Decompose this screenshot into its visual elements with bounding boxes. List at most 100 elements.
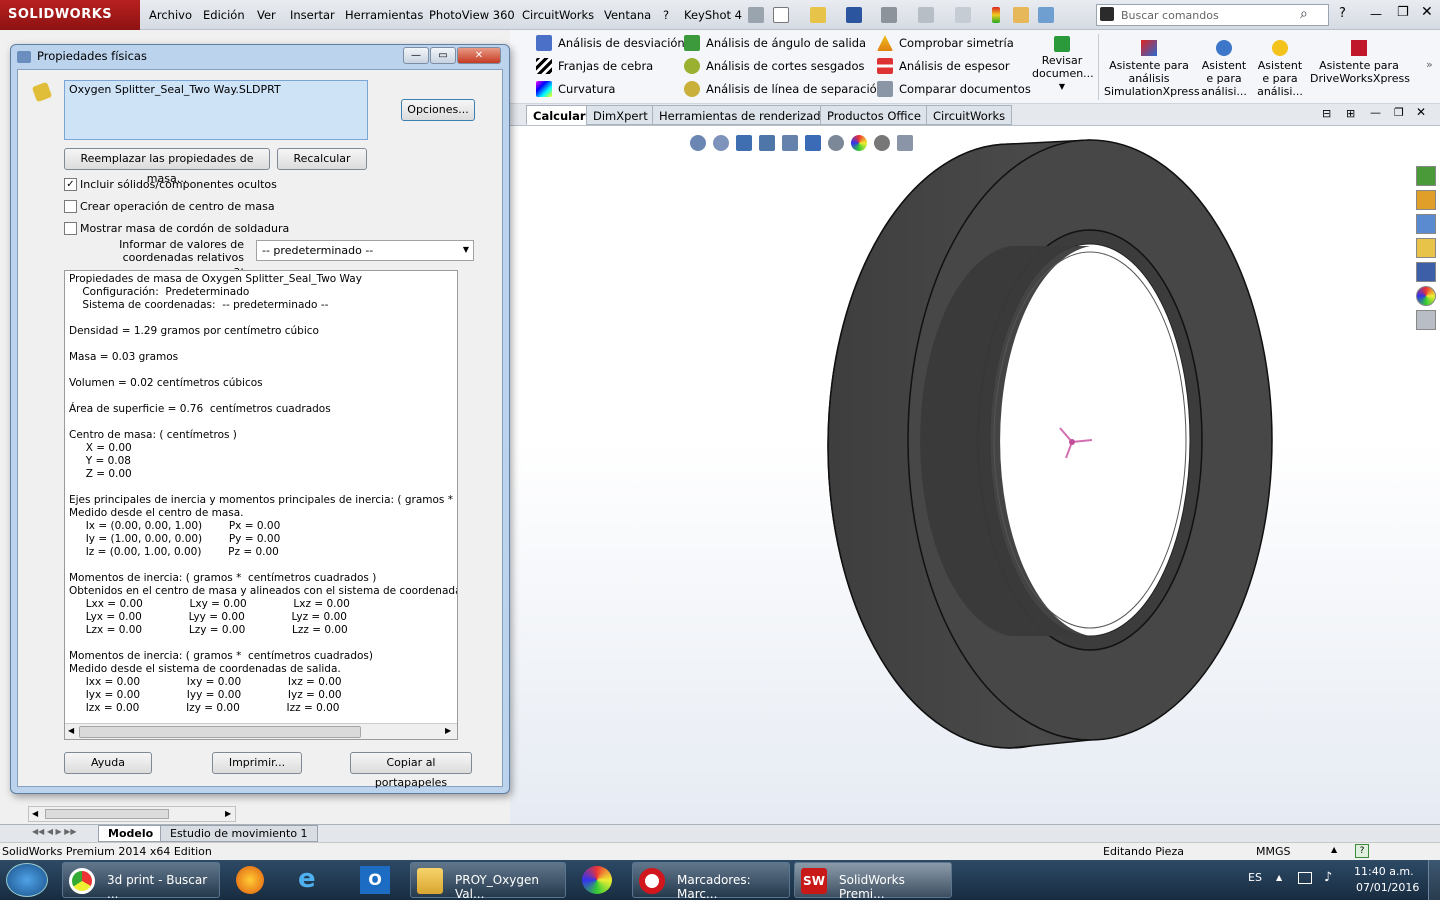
firefox-icon[interactable] — [236, 866, 264, 894]
cmd-symmetry-check[interactable]: Comprobar simetría — [877, 33, 1031, 53]
scroll-right-icon[interactable]: ▶ — [225, 809, 231, 818]
show-weld-mass-checkbox[interactable] — [64, 222, 77, 235]
clock-date[interactable]: 07/01/2016 — [1356, 881, 1419, 894]
pin-icon[interactable] — [748, 7, 764, 23]
start-button[interactable] — [6, 863, 48, 897]
tray-expand-icon[interactable]: ▲ — [1276, 873, 1282, 882]
options-icon[interactable] — [1038, 7, 1054, 23]
print-button[interactable]: Imprimir... — [212, 752, 302, 774]
zoom-to-fit-icon[interactable] — [690, 135, 706, 151]
network-icon[interactable] — [1298, 872, 1312, 884]
search-input[interactable]: Buscar comandos — [1096, 4, 1329, 26]
appearances-icon[interactable] — [1416, 286, 1436, 306]
custom-properties-icon[interactable] — [1416, 310, 1436, 330]
menu-ver[interactable]: Ver — [257, 8, 276, 22]
dialog-maximize-button[interactable]: ▭ — [430, 47, 456, 64]
menu-insertar[interactable]: Insertar — [290, 8, 335, 22]
status-units[interactable]: MMGS — [1256, 845, 1291, 858]
menu-herramientas[interactable]: Herramientas — [345, 8, 423, 22]
print-icon[interactable] — [881, 7, 897, 23]
cmd-parting-line-analysis[interactable]: Análisis de línea de separación — [684, 79, 884, 99]
cmd-draft-analysis[interactable]: Análisis de ángulo de salida — [684, 33, 884, 53]
graphics-area[interactable] — [510, 126, 1440, 824]
outlook-icon[interactable]: O — [360, 866, 390, 894]
resources-icon[interactable] — [1416, 166, 1436, 186]
cmd-asistente-2[interactable]: Asistent e para análisi... — [1254, 40, 1306, 98]
language-indicator[interactable]: ES — [1248, 871, 1262, 884]
cmd-zebra-stripes[interactable]: Franjas de cebra — [536, 56, 685, 76]
select-icon[interactable] — [955, 7, 971, 23]
file-properties-icon[interactable] — [1013, 7, 1029, 23]
undo-icon[interactable] — [918, 7, 934, 23]
cmd-compare-documents[interactable]: Comparar documentos — [877, 79, 1031, 99]
paint-icon[interactable] — [582, 866, 612, 894]
home-icon[interactable] — [1416, 190, 1436, 210]
section-view-icon[interactable] — [759, 135, 775, 151]
zoom-to-area-icon[interactable] — [713, 135, 729, 151]
recalculate-button[interactable]: Recalcular — [277, 148, 367, 170]
tab-render-tools[interactable]: Herramientas de renderizado — [652, 105, 835, 125]
create-center-of-mass-checkbox[interactable] — [64, 200, 77, 213]
menu-photoview[interactable]: PhotoView 360 — [429, 8, 515, 22]
help-icon[interactable]: ? — [1339, 6, 1346, 21]
show-desktop-button[interactable] — [1428, 860, 1440, 900]
cmd-thickness-analysis[interactable]: Análisis de espesor — [877, 56, 1031, 76]
open-folder-icon[interactable] — [810, 7, 826, 23]
tile-view-icon[interactable]: ⊟ — [1322, 107, 1331, 120]
copy-to-clipboard-button[interactable]: Copiar al portapapeles — [350, 752, 472, 789]
scrollbar-thumb[interactable] — [45, 809, 169, 819]
dialog-minimize-button[interactable]: — — [403, 47, 429, 64]
internet-explorer-icon[interactable]: e — [298, 866, 328, 894]
help-button[interactable]: Ayuda — [64, 752, 152, 774]
menu-edicion[interactable]: Edición — [203, 8, 245, 22]
replace-mass-properties-button[interactable]: Reemplazar las propiedades de masa... — [64, 148, 270, 185]
cmd-deviation-analysis[interactable]: Análisis de desviación — [536, 33, 685, 53]
tab-calcular[interactable]: Calcular — [526, 105, 593, 125]
new-document-icon[interactable] — [773, 7, 789, 23]
scrollbar-thumb[interactable] — [79, 726, 361, 738]
selected-components-list[interactable]: Oxygen Splitter_Seal_Two Way.SLDPRT — [64, 80, 368, 140]
scroll-right-icon[interactable]: ▶ — [445, 726, 451, 735]
mass-properties-results[interactable]: Propiedades de masa de Oxygen Splitter_S… — [64, 270, 458, 740]
units-up-arrow-icon[interactable]: ▲ — [1331, 845, 1337, 854]
menu-circuitworks[interactable]: CircuitWorks — [522, 8, 594, 22]
feature-tree-scrollbar[interactable]: ◀ ▶ — [28, 806, 236, 822]
previous-view-icon[interactable] — [736, 135, 752, 151]
rebuild-icon[interactable] — [992, 7, 1000, 23]
file-explorer-icon[interactable] — [1416, 238, 1436, 258]
cmd-simulationxpress[interactable]: Asistente para análisis SimulationXpress — [1104, 40, 1200, 98]
tab-office-products[interactable]: Productos Office — [820, 105, 928, 125]
doc-restore-icon[interactable]: ❐ — [1394, 106, 1404, 119]
tab-circuitworks[interactable]: CircuitWorks — [926, 105, 1013, 125]
cmd-driveworksxpress[interactable]: Asistente para DriveWorksXpress — [1310, 40, 1410, 85]
tab-dimxpert[interactable]: DimXpert — [586, 105, 655, 125]
taskbar-folder[interactable]: PROY_Oxygen Val... — [410, 862, 566, 900]
split-view-icon[interactable]: ⊞ — [1346, 107, 1355, 120]
close-icon[interactable]: ✕ — [1421, 4, 1433, 20]
tab-estudio-movimiento[interactable]: Estudio de movimiento 1 — [160, 825, 318, 842]
cmd-revisar-documento[interactable]: Revisar documen... ▼ — [1030, 36, 1094, 93]
horizontal-scrollbar[interactable]: ◀ ▶ — [65, 723, 457, 739]
status-help-icon[interactable]: ? — [1355, 844, 1369, 858]
menu-archivo[interactable]: Archivo — [149, 8, 192, 22]
volume-icon[interactable]: ♪ — [1324, 870, 1332, 885]
cmd-undercut-analysis[interactable]: Análisis de cortes sesgados — [684, 56, 884, 76]
view-orientation-icon[interactable] — [782, 135, 798, 151]
minimize-icon[interactable]: — — [1370, 7, 1382, 21]
taskbar-solidworks[interactable]: SW SolidWorks Premi... — [794, 862, 952, 900]
menu-keyshot[interactable]: KeyShot 4 — [684, 8, 742, 22]
save-icon[interactable] — [846, 7, 862, 23]
menu-help[interactable]: ? — [663, 8, 669, 22]
scroll-left-icon[interactable]: ◀ — [32, 809, 38, 818]
tab-modelo[interactable]: Modelo — [98, 825, 164, 842]
dropdown-arrow-icon[interactable]: ▼ — [1030, 80, 1094, 93]
taskbar-chrome[interactable]: 3d print - Buscar ... — [62, 862, 220, 900]
design-library-icon[interactable] — [1416, 214, 1436, 234]
doc-close-icon[interactable]: ✕ — [1416, 105, 1426, 119]
restore-icon[interactable]: ❐ — [1397, 5, 1409, 20]
coordinate-system-select[interactable]: -- predeterminado -- ▼ — [256, 240, 474, 261]
scroll-left-icon[interactable]: ◀ — [68, 726, 74, 735]
more-commands-icon[interactable]: » — [1426, 58, 1433, 71]
cmd-asistente-1[interactable]: Asistent e para análisi... — [1198, 40, 1250, 98]
clock-time[interactable]: 11:40 a.m. — [1354, 865, 1414, 878]
